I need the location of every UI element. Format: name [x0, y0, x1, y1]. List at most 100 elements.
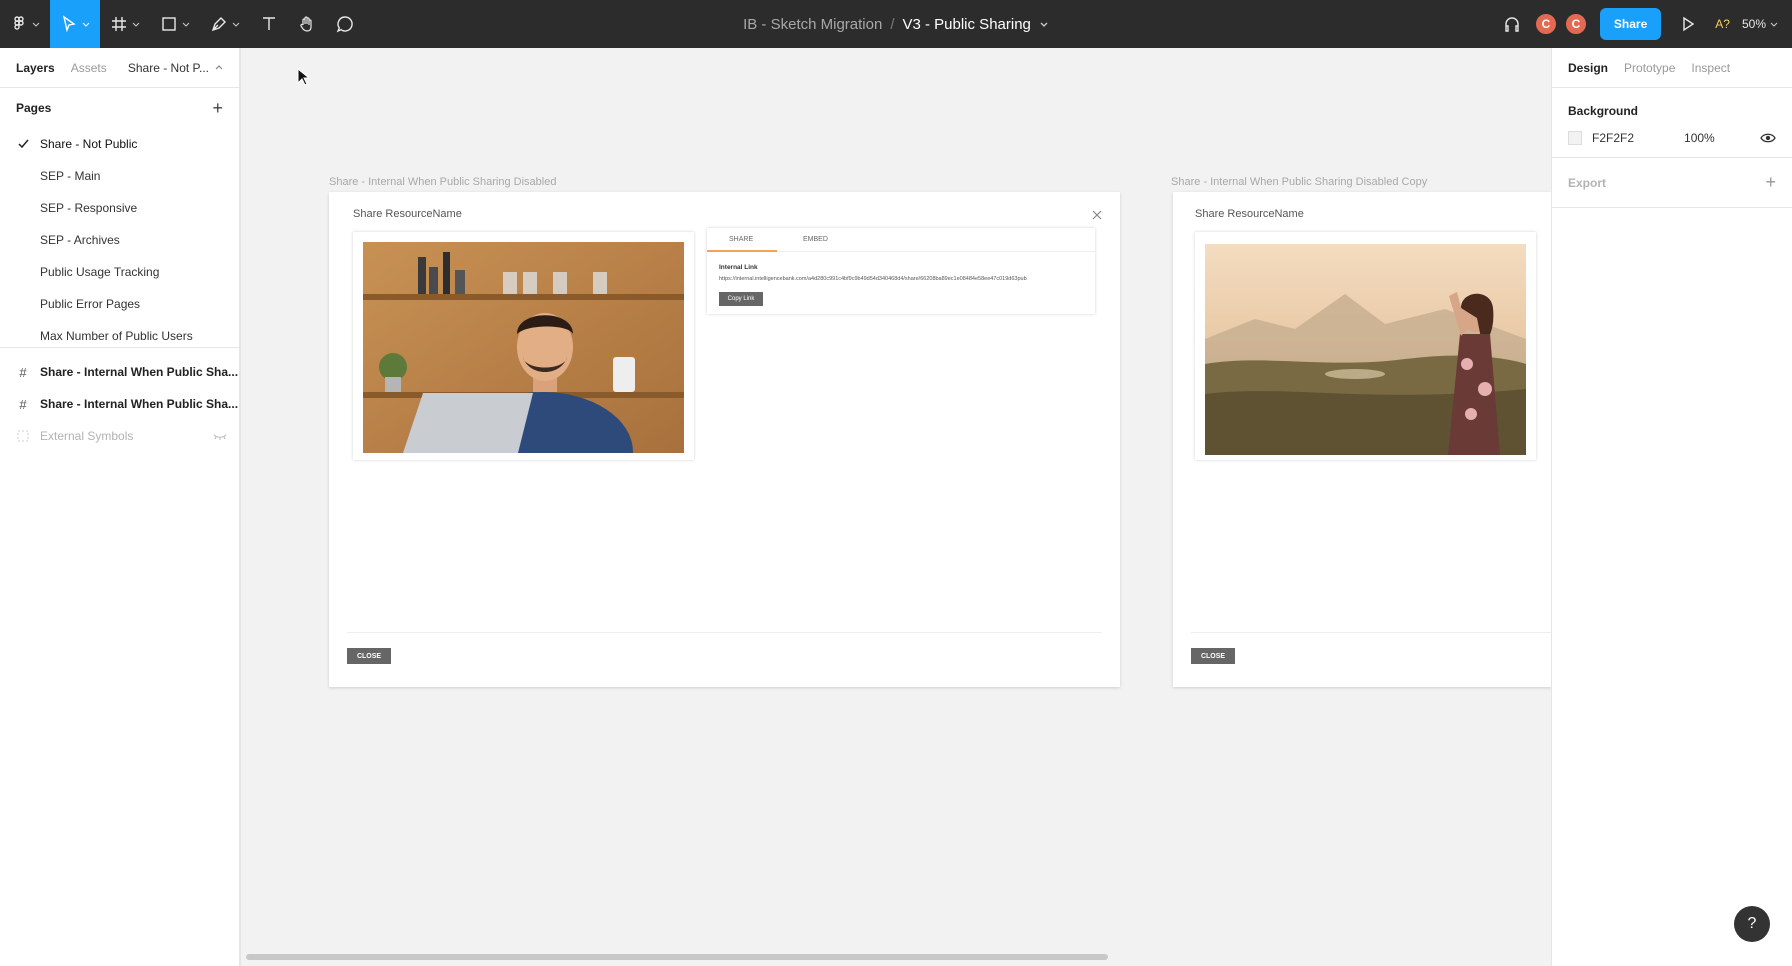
- image-card: [1195, 232, 1536, 460]
- accessibility-badge[interactable]: A?: [1715, 17, 1730, 31]
- project-name[interactable]: IB - Sketch Migration: [743, 16, 882, 33]
- avatar[interactable]: C: [1533, 12, 1558, 36]
- move-tool-button[interactable]: [50, 0, 100, 48]
- page-item[interactable]: Public Error Pages: [0, 288, 239, 320]
- chevron-down-icon: [132, 22, 140, 27]
- share-button[interactable]: Share: [1599, 8, 1662, 40]
- tab-design[interactable]: Design: [1568, 61, 1608, 75]
- share-modal-frame[interactable]: Share ResourceName CLOSE: [1173, 192, 1551, 687]
- share-panel: SHARE EMBED Internal Link https://intern…: [707, 228, 1095, 314]
- divider: [1191, 632, 1551, 633]
- background-title: Background: [1568, 104, 1639, 118]
- text-icon: [263, 17, 275, 30]
- comment-tool-button[interactable]: [326, 0, 364, 48]
- chevron-down-icon: [1770, 22, 1778, 27]
- tab-assets[interactable]: Assets: [71, 61, 107, 75]
- layer-item[interactable]: # Share - Internal When Public Sha...: [0, 388, 239, 420]
- add-page-icon[interactable]: +: [212, 98, 223, 119]
- page-item-label: Share - Not Public: [40, 137, 138, 151]
- chevron-down-icon: [232, 22, 240, 27]
- eye-icon[interactable]: [1760, 130, 1776, 146]
- horizontal-scrollbar[interactable]: [246, 954, 1108, 960]
- pen-tool-button[interactable]: [200, 0, 250, 48]
- page-item-label: SEP - Main: [40, 169, 101, 183]
- export-section: Export +: [1552, 158, 1792, 208]
- page-list[interactable]: Share - Not Public SEP - Main SEP - Resp…: [0, 128, 239, 348]
- page-item[interactable]: Max Number of Public Users: [0, 320, 239, 347]
- layer-item[interactable]: # Share - Internal When Public Sha...: [0, 356, 239, 388]
- close-button[interactable]: CLOSE: [347, 648, 391, 664]
- frame-hash-icon: #: [19, 396, 27, 412]
- zoom-dropdown[interactable]: 50%: [1742, 17, 1778, 31]
- layer-item-label: External Symbols: [40, 429, 134, 443]
- comment-bubble-icon: [336, 16, 353, 33]
- dashed-frame-icon: [17, 430, 29, 442]
- tab-inspect[interactable]: Inspect: [1691, 61, 1730, 75]
- tab-prototype[interactable]: Prototype: [1624, 61, 1675, 75]
- page-item[interactable]: SEP - Main: [0, 160, 239, 192]
- left-panel-tabs: Layers Assets Share - Not P...: [0, 48, 239, 88]
- add-export-icon[interactable]: +: [1765, 172, 1776, 193]
- copy-link-button[interactable]: Copy Link: [719, 292, 763, 306]
- background-opacity[interactable]: 100%: [1684, 131, 1715, 145]
- page-item-label: Public Usage Tracking: [40, 265, 160, 279]
- frame-label[interactable]: Share - Internal When Public Sharing Dis…: [1171, 176, 1427, 188]
- close-button[interactable]: CLOSE: [1191, 648, 1235, 664]
- frame-label[interactable]: Share - Internal When Public Sharing Dis…: [329, 176, 556, 188]
- toolbar: IB - Sketch Migration / V3 - Public Shar…: [0, 0, 1792, 48]
- right-panel-tabs: Design Prototype Inspect: [1552, 48, 1792, 88]
- modal-title: Share ResourceName: [353, 208, 462, 220]
- modal-title: Share ResourceName: [1195, 208, 1304, 220]
- cursor-arrow-icon: [62, 15, 76, 33]
- pages-title: Pages: [16, 101, 52, 115]
- share-modal-frame[interactable]: Share ResourceName SHARE EMBED Internal …: [329, 192, 1120, 687]
- export-title: Export: [1568, 175, 1607, 190]
- page-item[interactable]: SEP - Responsive: [0, 192, 239, 224]
- page-item-label: SEP - Archives: [40, 233, 120, 247]
- main-menu-button[interactable]: [0, 0, 50, 48]
- file-name[interactable]: V3 - Public Sharing: [902, 16, 1030, 33]
- color-swatch[interactable]: [1568, 130, 1582, 145]
- page-item[interactable]: SEP - Archives: [0, 224, 239, 256]
- hand-tool-button[interactable]: [288, 0, 326, 48]
- chevron-down-icon[interactable]: [1039, 19, 1049, 29]
- chevron-down-icon: [82, 22, 90, 27]
- rectangle-icon: [162, 17, 176, 31]
- present-play-icon[interactable]: [1673, 14, 1703, 34]
- close-icon[interactable]: [1092, 210, 1102, 220]
- eye-closed-icon[interactable]: [213, 431, 227, 441]
- current-page-label: Share - Not P...: [127, 60, 209, 75]
- chevron-up-icon: [215, 64, 223, 69]
- share-url: https://internal.intelligencebank.com/a4…: [719, 276, 1027, 282]
- layer-item[interactable]: External Symbols: [0, 420, 239, 452]
- image-card: [353, 232, 694, 460]
- headphones-icon[interactable]: [1502, 14, 1522, 34]
- share-tabs: SHARE EMBED: [707, 228, 1095, 252]
- tab-layers[interactable]: Layers: [16, 61, 55, 75]
- current-page-dropdown[interactable]: Share - Not P...: [128, 61, 223, 75]
- avatar[interactable]: C: [1563, 12, 1588, 36]
- tab-share[interactable]: SHARE: [729, 236, 753, 243]
- chevron-down-icon: [32, 22, 40, 27]
- page-item-label: SEP - Responsive: [40, 201, 138, 215]
- toolbar-right: C C Share A? 50%: [1502, 0, 1792, 48]
- tab-embed[interactable]: EMBED: [803, 236, 828, 243]
- shape-tool-button[interactable]: [150, 0, 200, 48]
- canvas[interactable]: Share - Internal When Public Sharing Dis…: [241, 48, 1551, 966]
- background-fill-row: F2F2F2 100%: [1552, 118, 1792, 158]
- text-tool-button[interactable]: [250, 0, 288, 48]
- chevron-down-icon: [182, 22, 190, 27]
- mouse-cursor-icon: [297, 68, 309, 86]
- zoom-level: 50%: [1741, 17, 1766, 31]
- help-button[interactable]: ?: [1734, 906, 1770, 942]
- frame-hash-icon: [112, 17, 126, 31]
- checkmark-icon: [18, 139, 29, 149]
- frame-tool-button[interactable]: [100, 0, 150, 48]
- layer-item-label: Share - Internal When Public Sha...: [40, 365, 239, 379]
- background-hex[interactable]: F2F2F2: [1592, 131, 1634, 145]
- internal-link-label: Internal Link: [719, 264, 758, 271]
- page-item[interactable]: Share - Not Public: [0, 128, 239, 160]
- page-item[interactable]: Public Usage Tracking: [0, 256, 239, 288]
- page-item-label: Max Number of Public Users: [40, 329, 193, 343]
